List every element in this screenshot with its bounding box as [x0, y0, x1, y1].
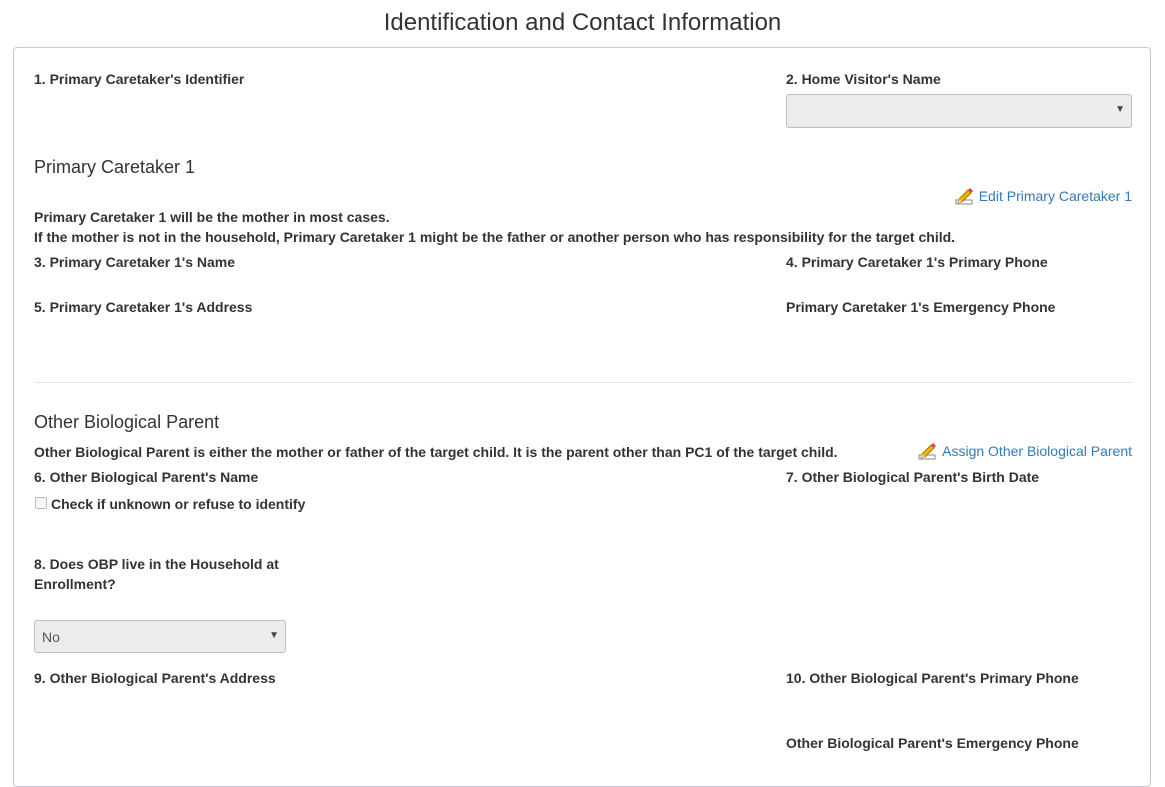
home-visitor-name-label: 2. Home Visitor's Name	[786, 71, 941, 87]
pencil-edit-icon	[955, 187, 973, 205]
obp-birth-date-label: 7. Other Biological Parent's Birth Date	[786, 469, 1040, 485]
page-title: Identification and Contact Information	[383, 9, 782, 36]
obp-name-label: 6. Other Biological Parent's Name	[34, 469, 259, 485]
section-divider	[34, 382, 1132, 383]
chevron-down-icon: ▼	[1115, 104, 1125, 115]
chevron-down-icon: ▼	[269, 630, 279, 641]
obp-address-label: 9. Other Biological Parent's Address	[34, 670, 276, 686]
pc1-note-line1: Primary Caretaker 1 will be the mother i…	[34, 209, 390, 225]
pc1-primary-phone-label: 4. Primary Caretaker 1's Primary Phone	[786, 254, 1048, 270]
pc1-name-label: 3. Primary Caretaker 1's Name	[34, 254, 236, 270]
edit-primary-caretaker-link[interactable]: Edit Primary Caretaker 1	[955, 187, 1132, 205]
pc1-section-title: Primary Caretaker 1	[34, 157, 196, 177]
edit-primary-caretaker-label: Edit Primary Caretaker 1	[978, 188, 1132, 204]
unknown-checkbox-label: Check if unknown or refuse to identify	[51, 496, 306, 512]
pc1-note-line2: If the mother is not in the household, P…	[34, 229, 956, 245]
pencil-edit-icon	[918, 442, 937, 460]
pc1-address-label: 5. Primary Caretaker 1's Address	[34, 299, 253, 315]
assign-obp-link[interactable]: Assign Other Biological Parent	[918, 442, 1132, 460]
obp-primary-phone-label: 10. Other Biological Parent's Primary Ph…	[786, 670, 1079, 686]
obp-household-label-line1: 8. Does OBP live in the Household at	[34, 556, 279, 572]
pc1-emergency-phone-label: Primary Caretaker 1's Emergency Phone	[786, 299, 1056, 315]
obp-note: Other Biological Parent is either the mo…	[34, 444, 838, 460]
obp-emergency-phone-label: Other Biological Parent's Emergency Phon…	[786, 735, 1079, 751]
obp-household-select[interactable]: No ▼	[34, 620, 286, 653]
obp-section-title: Other Biological Parent	[34, 412, 220, 432]
home-visitor-select[interactable]: ▼	[786, 94, 1132, 128]
primary-caretaker-identifier-label: 1. Primary Caretaker's Identifier	[34, 71, 245, 87]
unknown-checkbox[interactable]	[35, 497, 47, 509]
obp-household-select-value: No	[42, 629, 60, 645]
obp-household-label-line2: Enrollment?	[34, 576, 116, 592]
assign-obp-label: Assign Other Biological Parent	[942, 443, 1132, 459]
